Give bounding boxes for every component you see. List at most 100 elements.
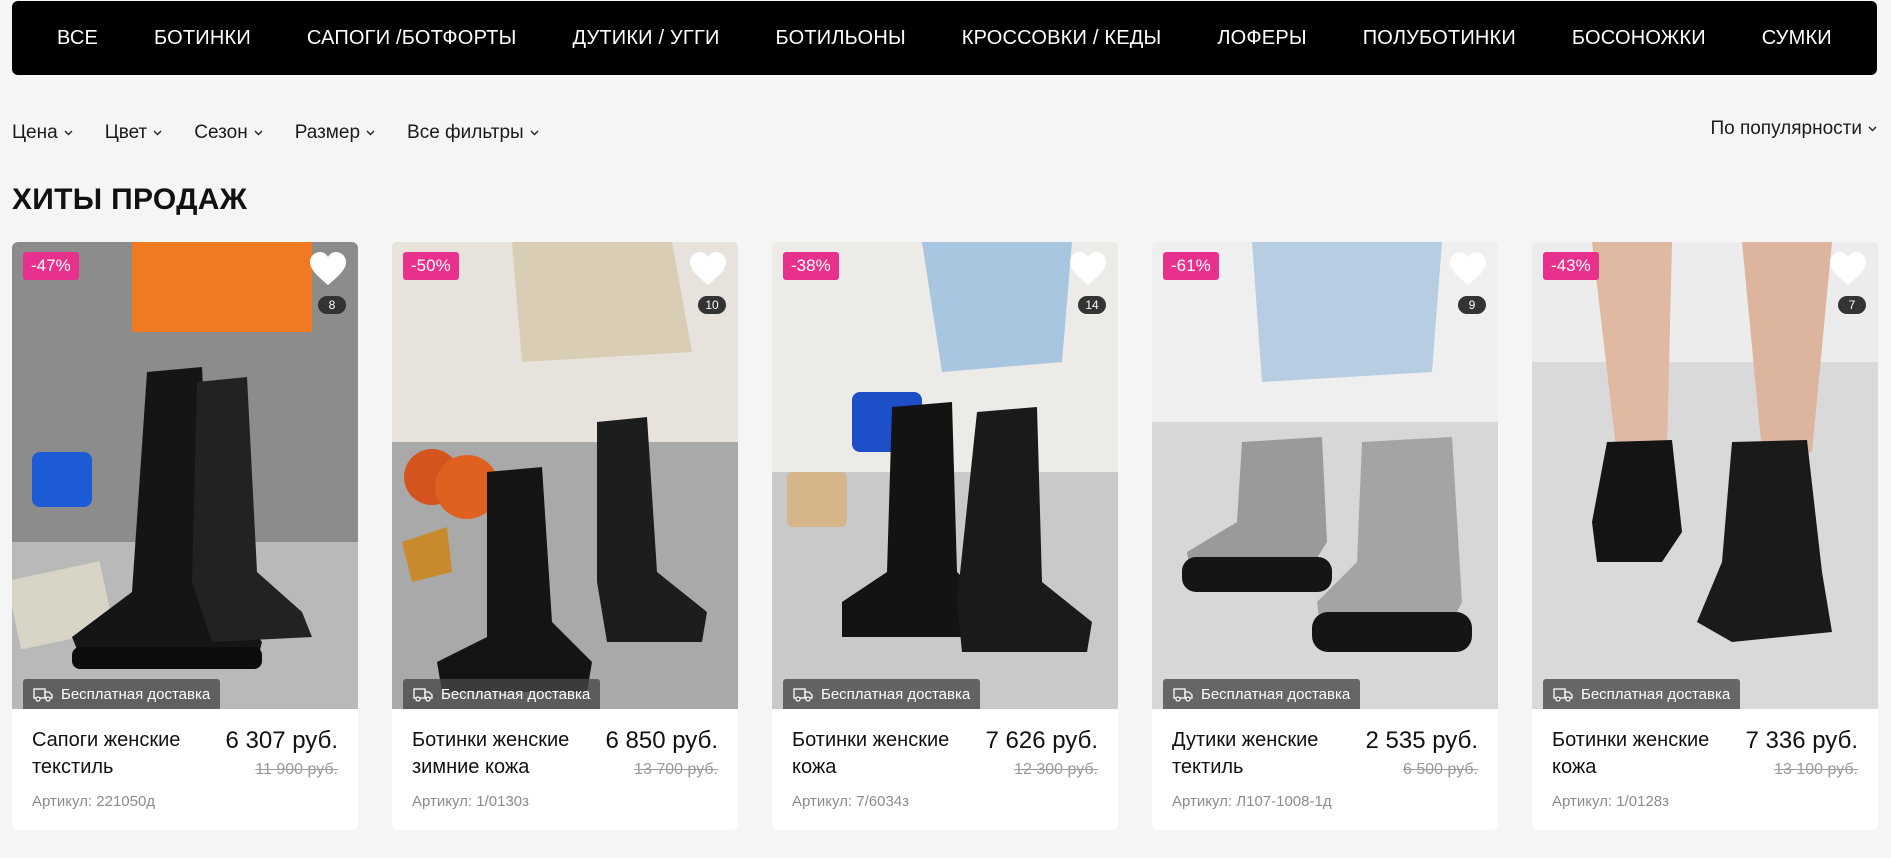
product-card[interactable]: -47% 8 Бесплатная доставка Сапоги женски… — [12, 242, 358, 830]
filters-bar: Цена Цвет Сезон Размер Все фильтры По по… — [12, 118, 1877, 148]
truck-icon — [33, 688, 53, 702]
sort-dropdown[interactable]: По популярности — [1710, 118, 1877, 140]
product-name[interactable]: Ботинки женские кожа — [792, 727, 972, 781]
favorite-button[interactable] — [1448, 251, 1488, 287]
favorites-count: 8 — [318, 296, 346, 314]
favorite-button[interactable] — [308, 251, 348, 287]
filter-label: Размер — [294, 122, 361, 143]
product-price: 7 336 руб. — [1745, 727, 1859, 754]
product-photo[interactable]: -50% 10 Бесплатная доставка — [392, 242, 738, 709]
filter-label: Цвет — [104, 122, 148, 143]
product-sku: Артикул: 1/0128з — [1552, 793, 1670, 810]
section-title: ХИТЫ ПРОДАЖ — [12, 183, 248, 216]
nav-item-puffer-boots[interactable]: ДУТИКИ / УГГИ — [572, 27, 719, 50]
old-price: 11 900 руб. — [255, 761, 338, 778]
discount-badge: -47% — [23, 252, 79, 280]
product-name[interactable]: Ботинки женские зимние кожа — [412, 727, 592, 781]
product-price: 2 535 руб. — [1365, 727, 1479, 754]
nav-item-low-shoes[interactable]: ПОЛУБОТИНКИ — [1363, 27, 1516, 50]
old-price: 13 100 руб. — [1774, 761, 1858, 778]
delivery-text: Бесплатная доставка — [1201, 685, 1351, 703]
sort-label: По популярности — [1710, 118, 1862, 139]
delivery-text: Бесплатная доставка — [441, 685, 591, 703]
product-card[interactable]: -61% 9 Бесплатная доставка Дутики женски… — [1152, 242, 1498, 830]
product-photo[interactable]: -38% 14 Бесплатная доставка — [772, 242, 1118, 709]
free-delivery-label: Бесплатная доставка — [403, 679, 601, 709]
product-image — [12, 242, 358, 709]
chevron-down-icon — [153, 130, 162, 136]
product-image — [772, 242, 1118, 709]
free-delivery-label: Бесплатная доставка — [23, 679, 221, 709]
filter-label: Сезон — [194, 122, 248, 143]
product-card[interactable]: -50% 10 Бесплатная доставка Ботинки женс… — [392, 242, 738, 830]
free-delivery-label: Бесплатная доставка — [1543, 679, 1741, 709]
product-card[interactable]: -38% 14 Бесплатная доставка Ботинки женс… — [772, 242, 1118, 830]
nav-item-bags[interactable]: СУМКИ — [1762, 27, 1832, 50]
favorites-count: 7 — [1838, 296, 1866, 314]
product-grid: -47% 8 Бесплатная доставка Сапоги женски… — [12, 242, 1878, 830]
old-price: 13 700 руб. — [634, 761, 718, 778]
filter-season[interactable]: Сезон — [194, 122, 263, 144]
filter-label: Цена — [12, 122, 58, 143]
product-price: 6 850 руб. — [605, 727, 719, 754]
favorite-button[interactable] — [688, 251, 728, 287]
heart-icon — [1450, 252, 1486, 285]
favorite-button[interactable] — [1828, 251, 1868, 287]
filter-price[interactable]: Цена — [12, 122, 73, 144]
delivery-text: Бесплатная доставка — [61, 685, 211, 703]
filter-all[interactable]: Все фильтры — [407, 122, 539, 144]
nav-item-sandals[interactable]: БОСОНОЖКИ — [1572, 27, 1706, 50]
product-photo[interactable]: -43% 7 Бесплатная доставка — [1532, 242, 1878, 709]
chevron-down-icon — [254, 130, 263, 136]
discount-badge: -38% — [783, 252, 839, 280]
product-photo[interactable]: -47% 8 Бесплатная доставка — [12, 242, 358, 709]
product-sku: Артикул: 221050д — [32, 793, 156, 810]
product-name[interactable]: Сапоги женские текстиль — [32, 727, 212, 781]
favorite-button[interactable] — [1068, 251, 1108, 287]
nav-item-ankle-boots[interactable]: БОТИЛЬОНЫ — [776, 27, 906, 50]
nav-item-all[interactable]: ВСЕ — [57, 27, 98, 50]
chevron-down-icon — [64, 130, 73, 136]
nav-item-loafers[interactable]: ЛОФЕРЫ — [1217, 27, 1306, 50]
truck-icon — [793, 688, 813, 702]
product-image — [1152, 242, 1498, 709]
product-photo[interactable]: -61% 9 Бесплатная доставка — [1152, 242, 1498, 709]
chevron-down-icon — [1868, 126, 1877, 132]
filter-size[interactable]: Размер — [295, 122, 375, 144]
delivery-text: Бесплатная доставка — [1581, 685, 1731, 703]
product-image — [392, 242, 738, 709]
product-price: 7 626 руб. — [985, 727, 1099, 754]
product-name[interactable]: Дутики женские тектиль — [1172, 727, 1352, 781]
filter-color[interactable]: Цвет — [105, 122, 163, 144]
favorites-count: 10 — [698, 296, 726, 314]
old-price: 12 300 руб. — [1014, 761, 1098, 778]
heart-icon — [310, 252, 346, 285]
nav-item-boots[interactable]: БОТИНКИ — [154, 27, 251, 50]
filter-label: Все фильтры — [407, 122, 524, 143]
product-sku: Артикул: 1/0130з — [412, 793, 530, 810]
favorites-count: 14 — [1078, 296, 1106, 314]
product-price: 6 307 руб. — [225, 727, 339, 754]
product-image — [1532, 242, 1878, 709]
nav-item-sneakers[interactable]: КРОССОВКИ / КЕДЫ — [962, 27, 1162, 50]
heart-icon — [1070, 252, 1106, 285]
product-card[interactable]: -43% 7 Бесплатная доставка Ботинки женск… — [1532, 242, 1878, 830]
free-delivery-label: Бесплатная доставка — [1163, 679, 1361, 709]
truck-icon — [1553, 688, 1573, 702]
discount-badge: -43% — [1543, 252, 1599, 280]
chevron-down-icon — [366, 130, 375, 136]
truck-icon — [1173, 688, 1193, 702]
free-delivery-label: Бесплатная доставка — [783, 679, 981, 709]
nav-item-high-boots[interactable]: САПОГИ /БОТФОРТЫ — [307, 27, 517, 50]
product-name[interactable]: Ботинки женские кожа — [1552, 727, 1732, 781]
favorites-count: 9 — [1458, 296, 1486, 314]
delivery-text: Бесплатная доставка — [821, 685, 971, 703]
chevron-down-icon — [530, 130, 539, 136]
discount-badge: -61% — [1163, 252, 1219, 280]
category-nav: ВСЕ БОТИНКИ САПОГИ /БОТФОРТЫ ДУТИКИ / УГ… — [12, 1, 1877, 75]
heart-icon — [690, 252, 726, 285]
heart-icon — [1830, 252, 1866, 285]
product-sku: Артикул: Л107-1008-1д — [1172, 793, 1332, 810]
old-price: 6 500 руб. — [1403, 761, 1478, 778]
product-sku: Артикул: 7/6034з — [792, 793, 910, 810]
